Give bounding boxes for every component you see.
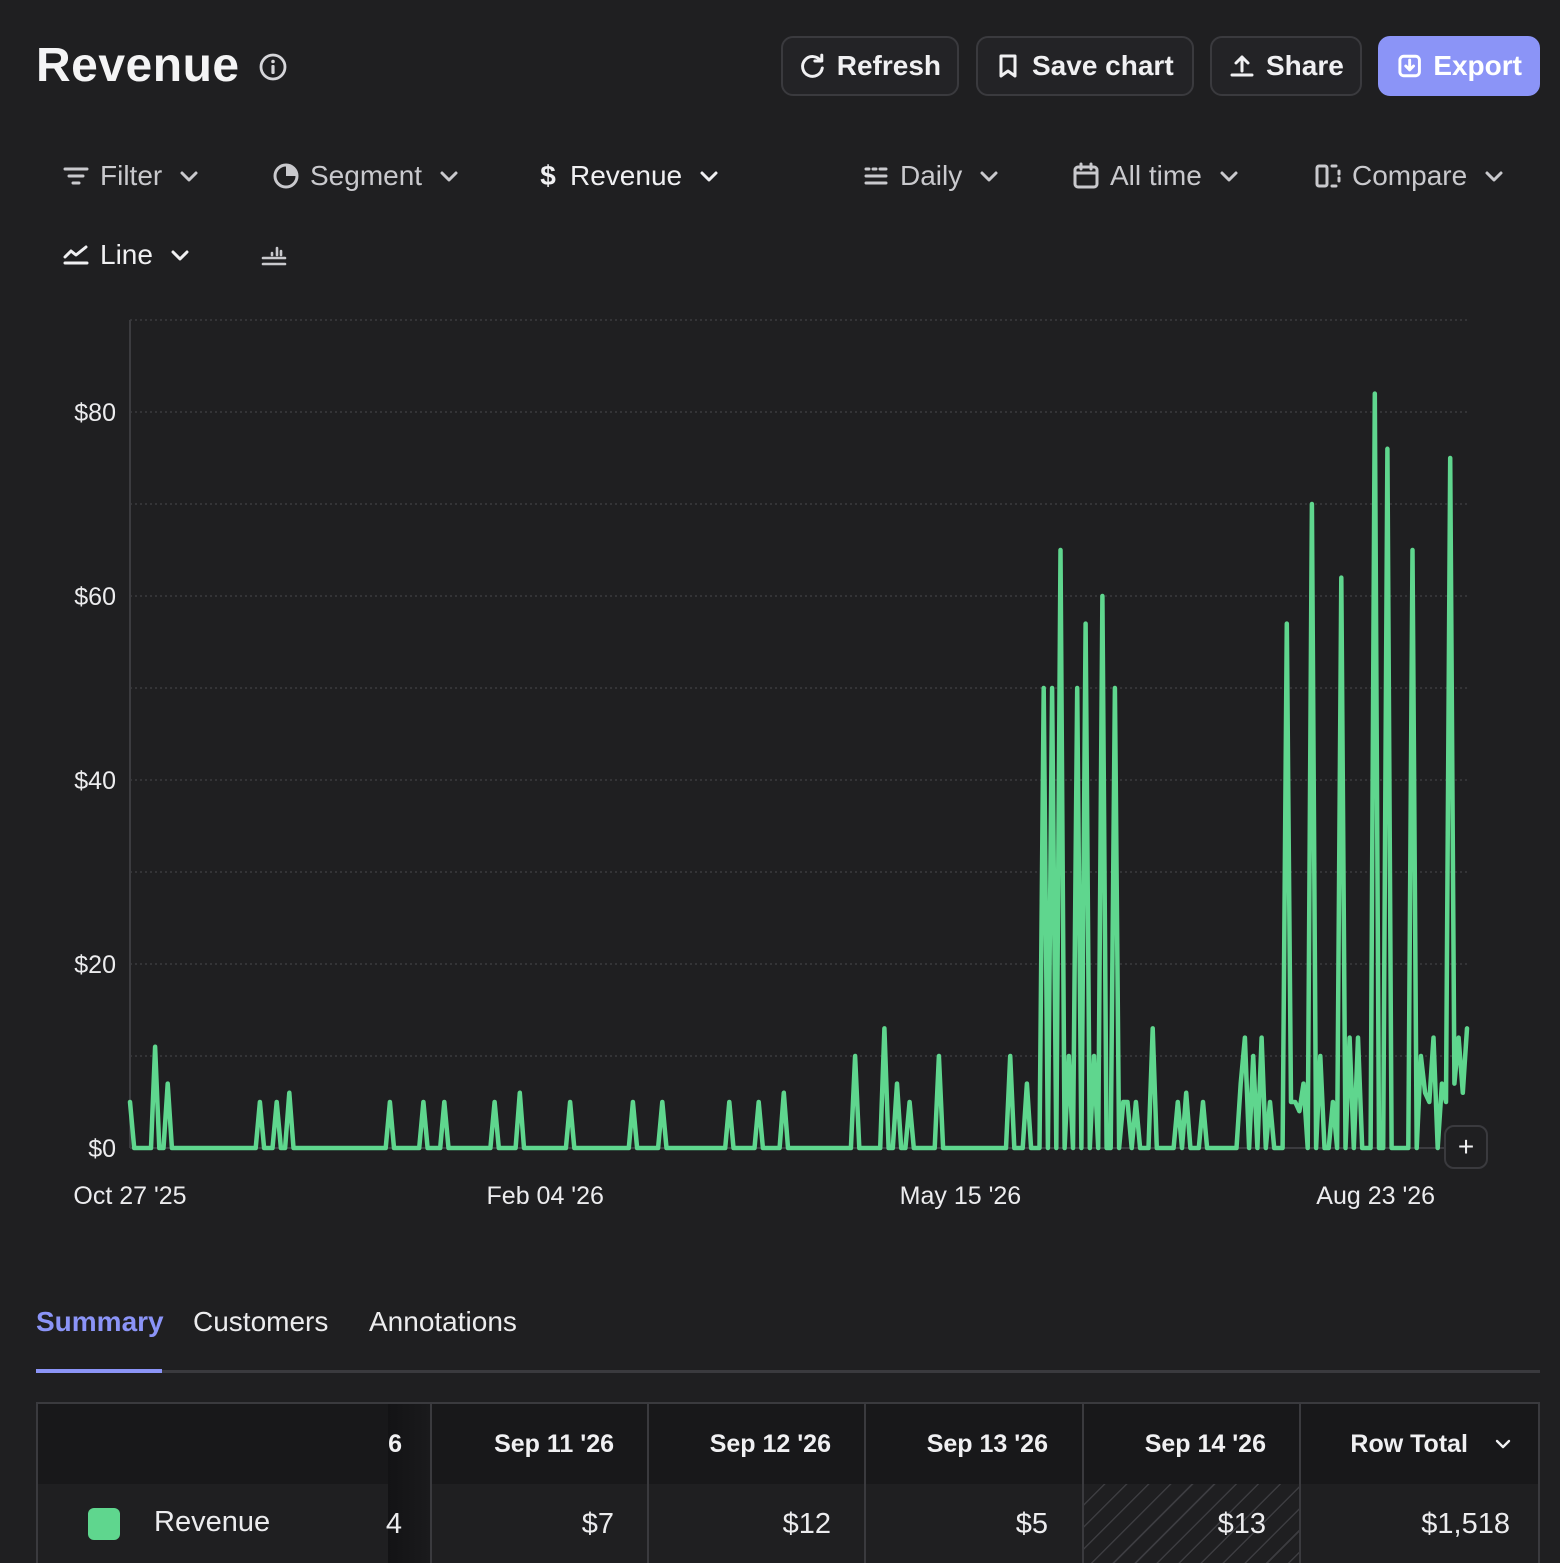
compare-icon (1315, 164, 1341, 188)
x-tick-label: Feb 04 '26 (487, 1182, 604, 1210)
chart-options-button[interactable] (260, 242, 288, 270)
value-cell: $12 (647, 1484, 865, 1563)
page-title: Revenue (36, 39, 240, 92)
header: Revenue Refresh Save chart Share Export (36, 36, 1540, 100)
header-cell[interactable]: Sep 14 '26 (1082, 1404, 1300, 1484)
filter-dropdown[interactable]: Filter (62, 160, 200, 192)
header-cell[interactable]: Sep 13 '26 (864, 1404, 1082, 1484)
line-chart-icon (63, 245, 89, 265)
chevron-down-icon (1485, 171, 1503, 182)
header-cell[interactable]: Sep 11 '26 (430, 1404, 648, 1484)
chevron-down-icon (171, 250, 189, 261)
refresh-button[interactable]: Refresh (781, 36, 959, 96)
share-label: Share (1266, 50, 1344, 81)
range-dropdown[interactable]: All time (1072, 160, 1240, 192)
chevron-down-icon (1220, 171, 1238, 182)
y-tick-label: $60 (74, 583, 116, 611)
interval-dropdown[interactable]: Daily (862, 160, 1000, 192)
row-total-label: Row Total (1350, 1429, 1468, 1458)
y-tick-label: $40 (74, 767, 116, 795)
info-icon[interactable] (258, 52, 288, 82)
pie-chart-icon (273, 163, 299, 189)
chart-type-dropdown[interactable]: Line (62, 239, 191, 271)
share-button[interactable]: Share (1210, 36, 1362, 96)
value-cell: $5 (864, 1484, 1082, 1563)
x-tick-label: Aug 23 '26 (1316, 1182, 1435, 1210)
segment-dropdown[interactable]: Segment (272, 160, 460, 192)
tab-customers[interactable]: Customers (193, 1306, 328, 1338)
y-tick-label: $0 (88, 1135, 116, 1163)
series-line-revenue (127, 391, 1470, 1151)
header-cell[interactable]: Sep 12 '26 (647, 1404, 865, 1484)
table-row: Revenue 4 $7 $12 $5 $13 $1,518 (38, 1484, 1538, 1563)
interval-label: Daily (900, 160, 963, 191)
tab-bar: Summary Customers Annotations (36, 1300, 1540, 1373)
segment-label: Segment (310, 160, 423, 191)
save-chart-button[interactable]: Save chart (976, 36, 1194, 96)
row-total-header[interactable]: Row Total (1299, 1404, 1538, 1484)
x-tick-label: May 15 '26 (900, 1182, 1022, 1210)
x-tick-label: Oct 27 '25 (73, 1182, 186, 1210)
chart-type-label: Line (100, 239, 153, 270)
tab-summary[interactable]: Summary (36, 1306, 164, 1338)
tab-annotations[interactable]: Annotations (369, 1306, 517, 1338)
value-cell: $7 (430, 1484, 648, 1563)
calendar-grid-icon (864, 167, 888, 185)
export-label: Export (1433, 50, 1522, 81)
plus-icon: + (1457, 1131, 1475, 1162)
partial-header-cell: 6 (388, 1429, 402, 1458)
filter-label: Filter (100, 160, 163, 191)
chevron-down-icon (980, 171, 998, 182)
metric-dropdown[interactable]: $ Revenue (536, 160, 720, 192)
save-chart-label: Save chart (1032, 50, 1174, 81)
dollar-icon: $ (540, 160, 556, 191)
table-header: 6 Sep 11 '26 Sep 12 '26 Sep 13 '26 Sep 1… (38, 1404, 1538, 1484)
calendar-icon (1073, 162, 1099, 189)
upload-icon (1230, 55, 1254, 77)
y-tick-label: $20 (74, 951, 116, 979)
filter-icon (63, 167, 89, 185)
y-tick-label: $80 (74, 399, 116, 427)
chevron-down-icon (1495, 1439, 1511, 1449)
export-button[interactable]: Export (1378, 36, 1540, 96)
chevron-down-icon (700, 171, 718, 182)
refresh-label: Refresh (836, 50, 941, 81)
summary-table: 6 Sep 11 '26 Sep 12 '26 Sep 13 '26 Sep 1… (36, 1402, 1540, 1563)
compare-label: Compare (1352, 160, 1468, 191)
range-label: All time (1110, 160, 1202, 191)
series-label: Revenue (154, 1506, 271, 1538)
bookmark-icon (999, 54, 1017, 78)
revenue-chart: $0 $20 $40 $60 $80 Oct 27 '25 Feb 04 '26 May 15… (73, 319, 1470, 1210)
chart-options-icon (261, 246, 287, 266)
compare-dropdown[interactable]: Compare (1314, 160, 1505, 192)
partial-value-cell: 4 (385, 1508, 402, 1540)
row-total-cell: $1,518 (1299, 1484, 1538, 1563)
refresh-icon (801, 53, 824, 78)
chevron-down-icon (440, 171, 458, 182)
metric-label: Revenue (570, 160, 683, 191)
add-annotation-button[interactable]: + (1444, 1125, 1488, 1169)
chevron-down-icon (180, 171, 198, 182)
value-cell-incomplete: $13 (1082, 1484, 1300, 1563)
export-icon (1398, 54, 1421, 78)
active-tab-indicator (36, 1369, 162, 1373)
series-color-swatch (88, 1508, 120, 1540)
